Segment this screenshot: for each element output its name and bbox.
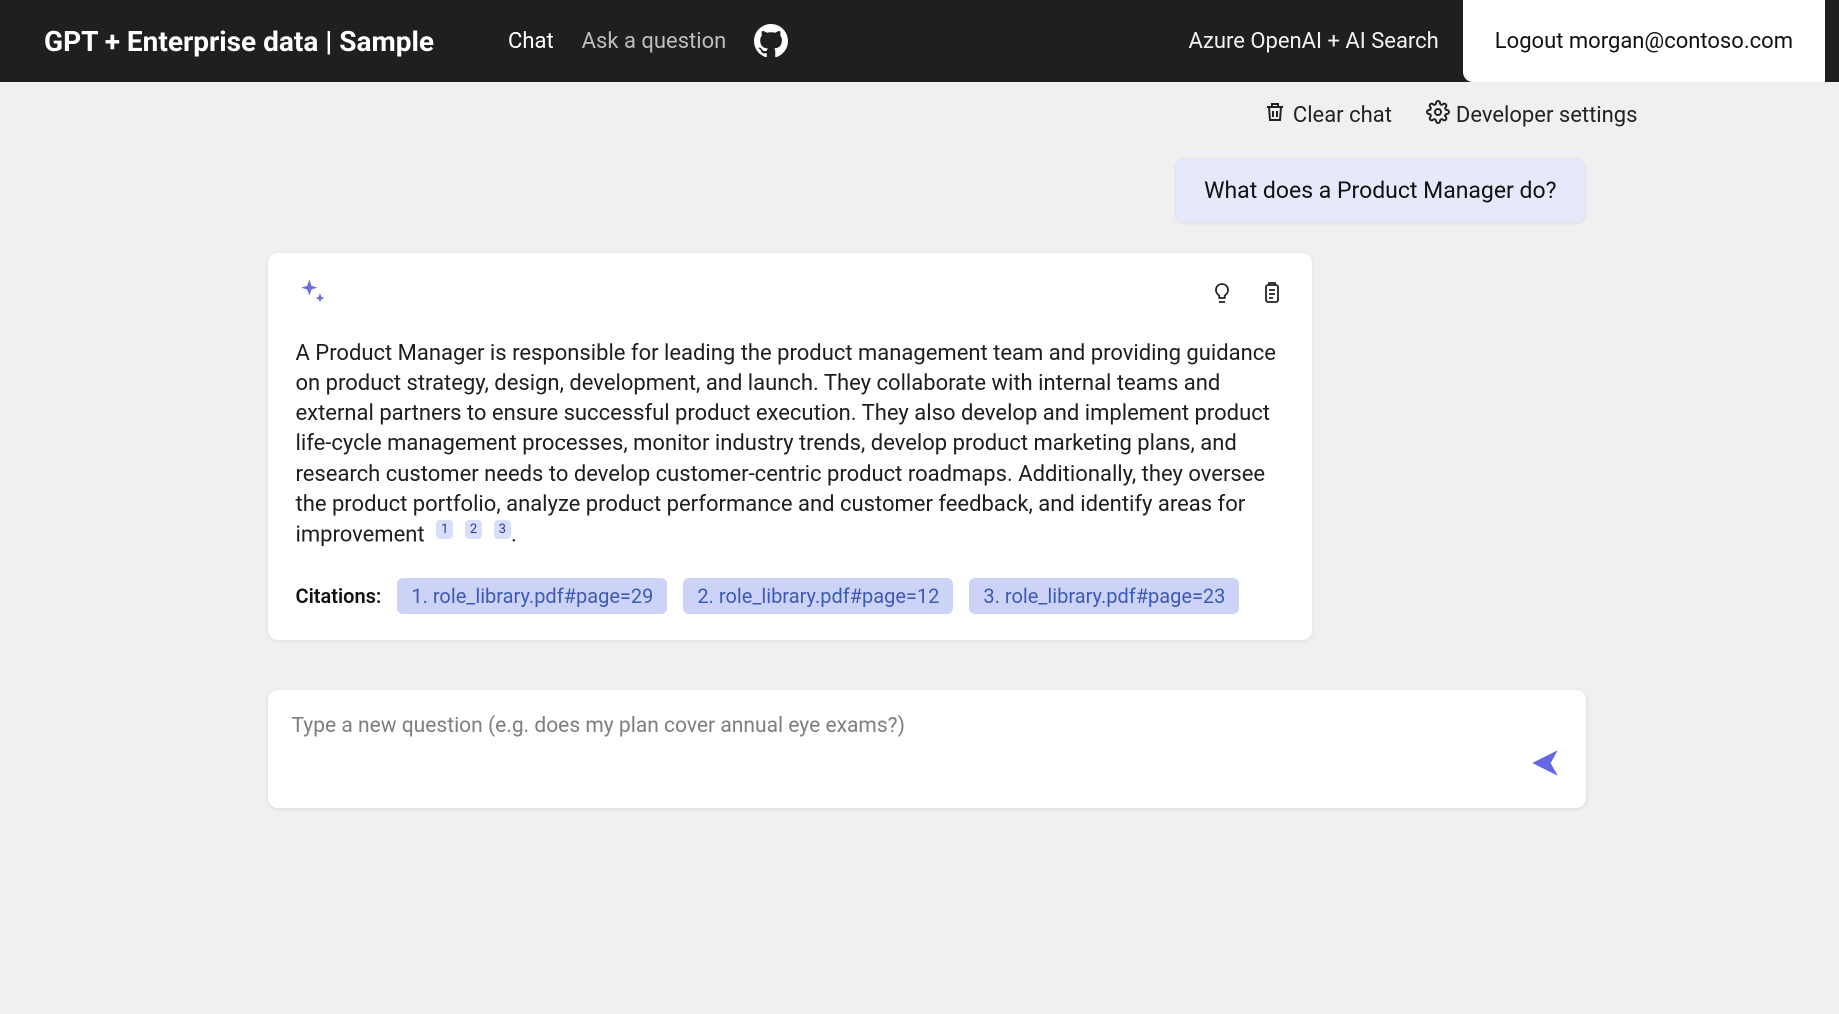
nav-ask-question[interactable]: Ask a question (582, 29, 727, 54)
app-header: GPT + Enterprise data | Sample Chat Ask … (0, 0, 1839, 82)
developer-settings-button[interactable]: Developer settings (1426, 100, 1638, 130)
logout-button[interactable]: Logout morgan@contoso.com (1463, 0, 1825, 82)
citation-link-2[interactable]: 2. role_library.pdf#page=12 (683, 578, 953, 614)
citations-label: Citations: (296, 584, 382, 608)
clear-chat-label: Clear chat (1293, 103, 1392, 128)
gear-icon (1426, 100, 1450, 130)
dev-settings-label: Developer settings (1456, 103, 1638, 128)
citations-row: Citations: 1. role_library.pdf#page=29 2… (296, 578, 1284, 614)
trash-icon (1263, 100, 1287, 130)
citation-ref-1[interactable]: 1 (436, 520, 453, 539)
sparkle-icon (296, 277, 328, 313)
header-nav: Chat Ask a question (508, 24, 788, 58)
chat-input-wrap (268, 690, 1586, 808)
user-message: What does a Product Manager do? (1175, 158, 1585, 223)
assistant-message: A Product Manager is responsible for lea… (268, 253, 1312, 640)
citation-ref-2[interactable]: 2 (465, 520, 482, 539)
page: Clear chat Developer settings What does … (180, 82, 1660, 832)
assistant-body: A Product Manager is responsible for lea… (296, 339, 1284, 550)
lightbulb-icon[interactable] (1210, 279, 1234, 311)
citation-link-1[interactable]: 1. role_library.pdf#page=29 (397, 578, 667, 614)
assistant-text: A Product Manager is responsible for lea… (296, 341, 1276, 547)
assistant-header (296, 277, 1284, 313)
app-title: GPT + Enterprise data | Sample (44, 25, 434, 58)
citation-link-3[interactable]: 3. role_library.pdf#page=23 (969, 578, 1239, 614)
citation-ref-3[interactable]: 3 (494, 520, 511, 539)
send-button[interactable] (1528, 746, 1562, 784)
github-icon[interactable] (754, 24, 788, 58)
clipboard-icon[interactable] (1260, 279, 1284, 311)
chat-toolbar: Clear chat Developer settings (196, 100, 1644, 130)
chat-input[interactable] (292, 714, 1516, 784)
chat-column: What does a Product Manager do? A Produc… (196, 158, 1644, 808)
clear-chat-button[interactable]: Clear chat (1263, 100, 1392, 130)
send-icon (1528, 765, 1562, 784)
nav-chat[interactable]: Chat (508, 29, 554, 54)
header-subtitle: Azure OpenAI + AI Search (1188, 29, 1438, 54)
